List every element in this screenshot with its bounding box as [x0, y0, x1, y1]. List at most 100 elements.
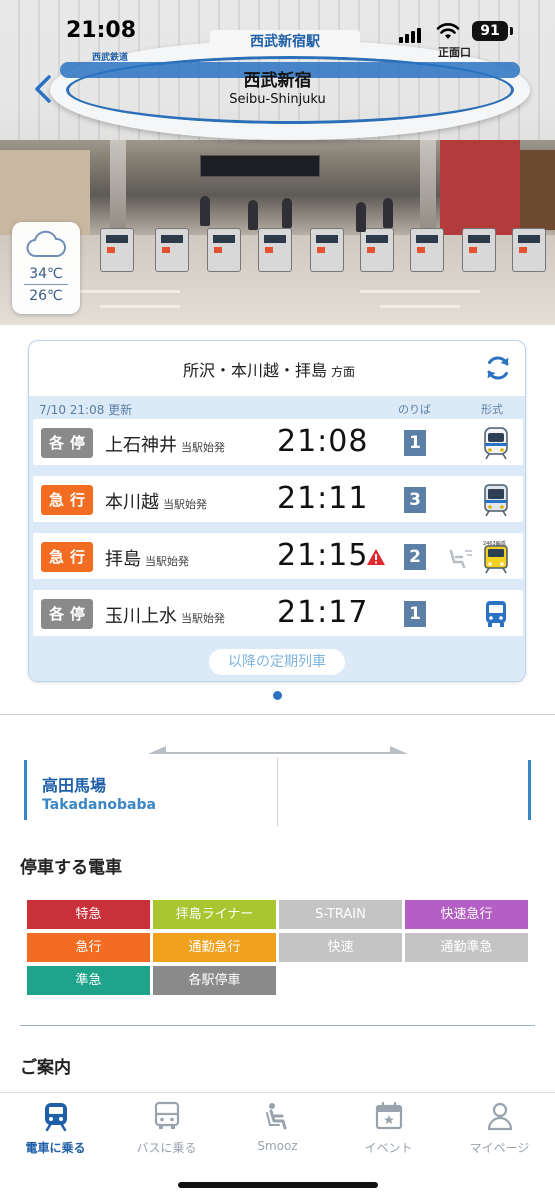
origin-note: 当駅始発 [145, 555, 189, 568]
storefront-shop [520, 150, 555, 230]
departure-row[interactable]: 急行 拝島 当駅始発 21:15 2 2463編成 [33, 533, 523, 579]
refresh-icon[interactable] [483, 353, 513, 383]
destination: 玉川上水 当駅始発 [105, 602, 225, 628]
track-number: 1 [404, 430, 426, 456]
destination-name: 玉川上水 [105, 606, 177, 627]
status-time: 21:08 [66, 18, 137, 43]
direction-arrow-bar [148, 746, 408, 754]
ticket-gate [155, 228, 189, 272]
departure-time: 21:11 [277, 481, 369, 516]
train-type-chip: 特急 [27, 900, 150, 929]
tab-smooz[interactable]: Smooz [222, 1101, 333, 1153]
page-indicator-dot[interactable] [273, 691, 282, 700]
status-bar: 21:08 91 [0, 0, 555, 56]
temperature-high: 34℃ [29, 266, 63, 282]
ticket-gate [360, 228, 394, 272]
person [383, 198, 393, 228]
temperature-low: 26℃ [29, 288, 63, 304]
tab-event[interactable]: イベント [333, 1101, 444, 1156]
tab-train[interactable]: 電車に乗る [0, 1101, 111, 1156]
train-type-chip: S-TRAIN [279, 900, 402, 929]
wifi-icon [436, 23, 460, 39]
direction-suffix: 方面 [331, 365, 356, 379]
departure-row[interactable]: 急行 本川越 当駅始発 21:11 3 [33, 476, 523, 522]
track-number: 2 [404, 544, 426, 570]
train-type-chip: 急行 [27, 933, 150, 962]
destination-name: 上石神井 [105, 435, 177, 456]
reserved-seat-icon [449, 549, 472, 569]
destination: 拝島 当駅始発 [105, 545, 189, 571]
direction-text: 所沢・本川越・拝島 [183, 361, 328, 380]
battery-indicator: 91 [472, 21, 508, 41]
person [200, 196, 210, 226]
train-type-chip: 快速急行 [405, 900, 528, 929]
cellular-signal-icon [399, 24, 423, 43]
origin-note: 当駅始発 [181, 441, 225, 454]
column-type-header: 形式 [481, 403, 503, 416]
destination: 本川越 当駅始発 [105, 488, 207, 514]
train-icon-yellow: 2463編成 [483, 540, 508, 574]
direction-header: 所沢・本川越・拝島 方面 [29, 341, 525, 397]
direction-label: 所沢・本川越・拝島 方面 [183, 357, 355, 381]
temperature-divider [24, 284, 68, 285]
train-icon [44, 1103, 67, 1131]
bus-icon [154, 1101, 179, 1129]
train-type-badge: 各停 [41, 599, 93, 629]
ticket-gate [310, 228, 344, 272]
station-divider [277, 758, 278, 826]
track-number: 1 [404, 601, 426, 627]
calendar-icon [375, 1101, 402, 1130]
section-divider [0, 714, 555, 715]
stopping-trains-title: 停車する電車 [20, 858, 122, 878]
bus-icon [486, 601, 506, 627]
tab-mypage[interactable]: マイページ [444, 1101, 555, 1156]
departure-row[interactable]: 各停 上石神井 当駅始発 21:08 1 [33, 419, 523, 465]
tab-label: マイページ [469, 1141, 530, 1155]
departure-list: 7/10 21:08 更新 のりば 形式 各停 上石神井 当駅始発 21:08 1… [29, 397, 525, 681]
pillar [110, 140, 126, 240]
cloud-icon [26, 230, 66, 257]
station-name-en: Seibu-Shinjuku [229, 92, 326, 107]
departure-time: 21:15 [277, 538, 369, 573]
departure-time: 21:08 [277, 424, 369, 459]
ticket-gate [410, 228, 444, 272]
train-type-chip: 準急 [27, 966, 150, 995]
departure-board [200, 155, 320, 177]
line-color-bar [528, 760, 531, 820]
column-track-header: のりば [398, 403, 431, 416]
ticket-gate [258, 228, 292, 272]
pillar [420, 140, 436, 240]
tab-label: 電車に乗る [25, 1141, 86, 1155]
adjacent-stations: 高田馬場 Takadanobaba [24, 758, 531, 826]
home-indicator[interactable] [178, 1182, 378, 1188]
station-name-ja: 西武新宿 [243, 71, 312, 91]
train-type-badge: 急行 [41, 485, 93, 515]
ticket-gate [462, 228, 496, 272]
more-trains-button[interactable]: 以降の定期列車 [209, 649, 345, 675]
floor-line [100, 305, 180, 308]
next-station-ja[interactable]: 高田馬場 [42, 772, 106, 796]
person [282, 198, 292, 228]
train-icon-white [484, 427, 508, 460]
departure-time: 21:17 [277, 595, 369, 630]
tab-label: イベント [364, 1141, 413, 1155]
person-icon [487, 1102, 512, 1131]
destination-name: 拝島 [105, 549, 141, 570]
train-type-chip: 通勤急行 [153, 933, 276, 962]
origin-note: 当駅始発 [163, 498, 207, 511]
ticket-gate [100, 228, 134, 272]
next-station-en[interactable]: Takadanobaba [42, 797, 156, 813]
train-type-chip: 通勤準急 [405, 933, 528, 962]
guide-title: ご案内 [20, 1058, 71, 1078]
ticket-gate [512, 228, 546, 272]
train-type-chip: 各駅停車 [153, 966, 276, 995]
ticket-gate [207, 228, 241, 272]
weather-widget[interactable]: 34℃ 26℃ [12, 222, 80, 314]
warning-icon[interactable] [366, 548, 386, 566]
battery-tip [510, 27, 513, 35]
line-color-bar [24, 760, 27, 820]
tab-bus[interactable]: バスに乗る [111, 1101, 222, 1156]
floor-line [380, 305, 460, 308]
storefront-ad [440, 140, 520, 235]
departure-row[interactable]: 各停 玉川上水 当駅始発 21:17 1 [33, 590, 523, 636]
